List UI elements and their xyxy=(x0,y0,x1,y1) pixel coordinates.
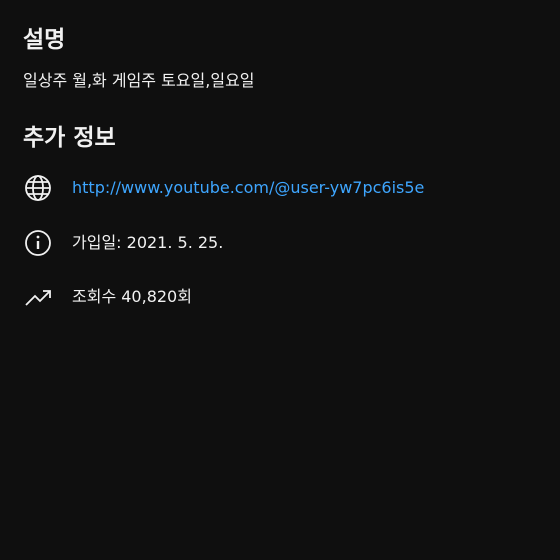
additional-info-heading: 추가 정보 xyxy=(23,125,116,151)
joined-date-text: 가입일: 2021. 5. 25. xyxy=(72,233,224,252)
description-heading: 설명 xyxy=(23,27,66,53)
channel-link-row: http://www.youtube.com/@user-yw7pc6is5e xyxy=(23,172,543,204)
description-text: 일상주 월,화 게임주 토요일,일요일 xyxy=(23,71,255,90)
info-icon xyxy=(23,228,53,258)
view-count-row: 조회수 40,820회 xyxy=(23,281,543,313)
globe-icon xyxy=(23,173,53,203)
view-count-text: 조회수 40,820회 xyxy=(72,287,192,306)
joined-date-row: 가입일: 2021. 5. 25. xyxy=(23,227,543,259)
trending-up-icon xyxy=(23,282,53,312)
channel-url-link[interactable]: http://www.youtube.com/@user-yw7pc6is5e xyxy=(72,177,424,199)
